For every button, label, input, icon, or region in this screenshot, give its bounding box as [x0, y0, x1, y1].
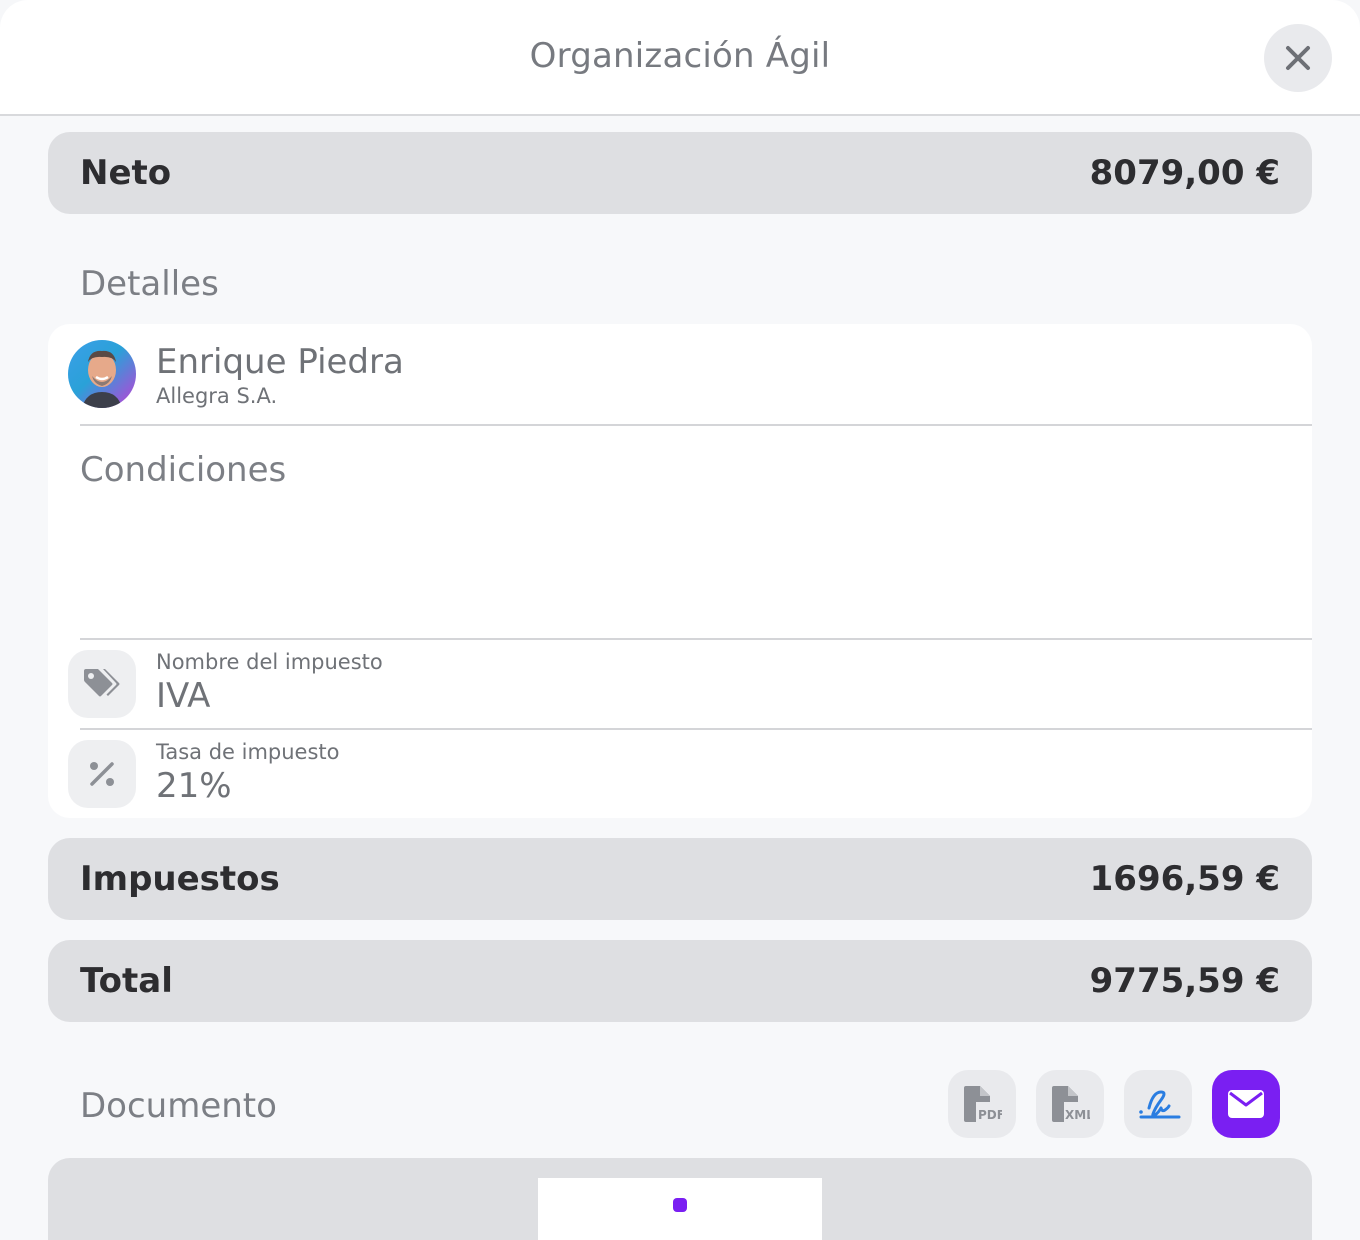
tax-rate-value[interactable]: 21%: [156, 766, 232, 806]
file-xml-icon: XML: [1052, 1086, 1090, 1122]
percent-icon: [90, 762, 114, 786]
close-icon: [1286, 46, 1310, 70]
document-preview[interactable]: [48, 1158, 1312, 1240]
file-pdf-icon: PDF: [964, 1086, 1002, 1122]
svg-text:PDF: PDF: [978, 1108, 1002, 1122]
sign-document-button[interactable]: [1124, 1070, 1192, 1138]
envelope-icon: [1228, 1090, 1264, 1118]
taxes-row: Impuestos 1696,59 €: [48, 838, 1312, 920]
svg-text:XML: XML: [1065, 1108, 1090, 1122]
tax-name-value[interactable]: IVA: [156, 676, 210, 716]
tax-name-label: Nombre del impuesto: [156, 650, 383, 674]
send-email-button[interactable]: [1212, 1070, 1280, 1138]
tax-rate-label: Tasa de impuesto: [156, 740, 340, 764]
signature-icon: [1139, 1090, 1181, 1119]
total-label: Total: [80, 961, 173, 1001]
close-button[interactable]: [1264, 24, 1332, 92]
invoice-modal: Organización Ágil Neto 8079,00 € Detalle…: [0, 0, 1360, 1240]
net-label: Neto: [80, 153, 172, 193]
total-value: 9775,59 €: [1089, 961, 1280, 1001]
contact-name[interactable]: Enrique Piedra: [156, 342, 404, 382]
avatar-portrait-icon: [82, 350, 122, 408]
details-section-label: Detalles: [80, 264, 219, 304]
net-row: Neto 8079,00 €: [48, 132, 1312, 214]
document-section-label: Documento: [80, 1086, 277, 1126]
document-preview-page: [538, 1178, 822, 1240]
modal-title: Organización Ágil: [529, 36, 831, 76]
tax-name-icon-wrap: [68, 650, 136, 718]
download-xml-button[interactable]: XML: [1036, 1070, 1104, 1138]
taxes-label: Impuestos: [80, 859, 280, 899]
divider: [80, 728, 1312, 730]
contact-company: Allegra S.A.: [156, 384, 278, 408]
total-row: Total 9775,59 €: [48, 940, 1312, 1022]
divider: [80, 424, 1312, 426]
tax-rate-icon-wrap: [68, 740, 136, 808]
divider: [80, 638, 1312, 640]
details-card: Enrique Piedra Allegra S.A. Condiciones …: [48, 324, 1312, 818]
taxes-value: 1696,59 €: [1089, 859, 1280, 899]
net-value: 8079,00 €: [1089, 153, 1280, 193]
modal-header: Organización Ágil: [0, 0, 1360, 116]
company-logo-icon: [673, 1198, 687, 1212]
download-pdf-button[interactable]: PDF: [948, 1070, 1016, 1138]
conditions-label[interactable]: Condiciones: [80, 450, 286, 490]
avatar[interactable]: [68, 340, 136, 408]
tags-icon: [84, 669, 120, 697]
